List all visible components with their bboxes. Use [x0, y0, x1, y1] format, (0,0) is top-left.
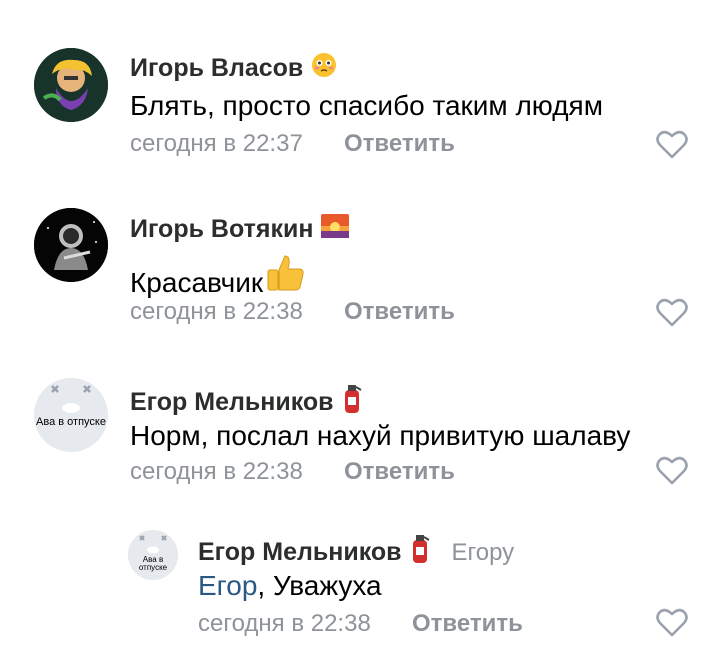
like-heart-icon[interactable]	[656, 130, 688, 160]
comment-text: Егор, Уважуха	[198, 570, 382, 601]
avatar-caption: Ава в отпуске	[36, 416, 106, 428]
like-heart-icon[interactable]	[656, 298, 688, 328]
reply-to-label[interactable]: Егору	[452, 539, 515, 567]
avatar[interactable]: Ава в отпуске	[34, 378, 108, 452]
comment-text: Красавчик	[130, 254, 305, 299]
comment-timestamp: сегодня в 22:38	[130, 458, 303, 485]
comment-timestamp: сегодня в 22:38	[198, 610, 371, 637]
comment-author[interactable]: Егор Мельников	[130, 384, 362, 421]
comment: Ава в отпуске Егор Мельников Норм, посла…	[0, 340, 720, 510]
comment-author[interactable]: Игорь Вотякин	[130, 214, 350, 245]
reply-button[interactable]: Ответить	[344, 130, 455, 158]
comment-author[interactable]: Егор Мельников Егору	[198, 534, 514, 571]
comment: Игорь Власов Блять, просто спасибо таким…	[0, 0, 720, 170]
avatar[interactable]	[34, 208, 108, 282]
reply-button[interactable]: Ответить	[344, 298, 455, 326]
mention-link[interactable]: Егор	[198, 570, 257, 601]
reply-comment: Ава в отпуске Егор Мельников Егору Егор,…	[0, 510, 720, 666]
comment: Игорь Вотякин Красавчик сегодня в 22:38 …	[0, 170, 720, 340]
reply-button[interactable]: Ответить	[412, 610, 523, 638]
fire-extinguisher-icon	[410, 534, 430, 571]
comment-author[interactable]: Игорь Власов	[130, 52, 337, 85]
comment-timestamp: сегодня в 22:38	[130, 298, 303, 325]
reply-button[interactable]: Ответить	[344, 458, 455, 486]
like-heart-icon[interactable]	[656, 608, 688, 638]
avatar-caption: Ава в отпуске	[138, 555, 168, 572]
avatar[interactable]: Ава в отпуске	[128, 530, 178, 580]
flushed-face-icon	[311, 52, 337, 85]
sunset-icon	[321, 214, 350, 245]
fire-extinguisher-icon	[342, 384, 362, 421]
thumbs-up-icon	[265, 254, 305, 299]
comment-text: Блять, просто спасибо таким людям	[130, 90, 603, 121]
comment-timestamp: сегодня в 22:37	[130, 130, 303, 157]
comment-text: Норм, послал нахуй привитую шалаву	[130, 420, 631, 451]
avatar[interactable]	[34, 48, 108, 122]
like-heart-icon[interactable]	[656, 456, 688, 486]
